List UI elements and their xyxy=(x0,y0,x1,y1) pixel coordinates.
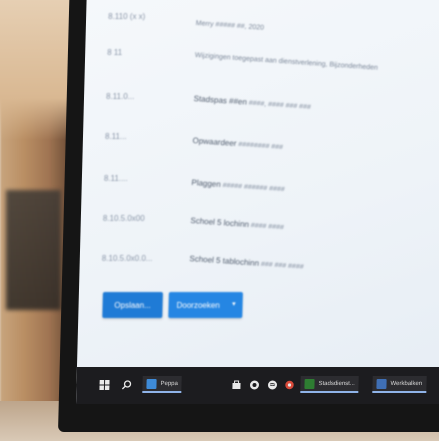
row-value: Merry ##### ##, 2020 xyxy=(195,20,265,32)
row-label: 8.11.... xyxy=(103,174,128,183)
form-row: 8.110 (x x) Merry ##### ##, 2020 xyxy=(86,12,439,32)
laptop-screen: 8.110 (x x) Merry ##### ##, 2020 8 11 Wi… xyxy=(76,0,439,404)
save-button[interactable]: Opslaan... xyxy=(102,292,163,318)
row-label: 8.10.5.0x00 xyxy=(102,214,145,223)
row-value: Schoel 5 tablochinn ### ### #### xyxy=(189,254,304,271)
row-value: Opwaardeer ######## ### xyxy=(192,136,284,152)
form-row: 8.10.5.0x0.0... Schoel 5 tablochinn ### … xyxy=(79,254,439,274)
search-icon[interactable] xyxy=(120,379,131,390)
row-label: 8.110 (x x) xyxy=(108,12,146,21)
taskbar-app-label: Werkbalken xyxy=(390,380,423,387)
row-label: 8.11... xyxy=(104,132,127,141)
search-split-button[interactable]: Doorzoeken ▾ xyxy=(168,292,243,318)
settings-icon[interactable] xyxy=(283,379,294,390)
row-value: Stadspas ##en ####, #### ### ### xyxy=(193,94,312,112)
chevron-down-icon[interactable]: ▾ xyxy=(232,300,236,308)
app-icon xyxy=(146,378,157,389)
taskbar-app-stadsdienst[interactable]: Stadsdienst... xyxy=(300,376,360,393)
chrome-icon[interactable] xyxy=(248,379,259,390)
app-icon xyxy=(376,378,387,389)
taskbar-app-label: Stadsdienst... xyxy=(318,380,355,387)
row-value: Schoel 5 lochinn #### #### xyxy=(190,216,285,232)
taskbar-app-label: Peppa xyxy=(160,380,178,387)
form-row: 8 11 Wijzigingen toegepast aan dienstver… xyxy=(85,48,439,72)
row-label: 8 11 xyxy=(107,48,123,57)
row-value: Plaggen ##### ###### #### xyxy=(191,178,285,194)
form-row: 8.10.5.0x00 Schoel 5 lochinn #### #### xyxy=(80,214,439,234)
row-label: 8.10.5.0x0.0... xyxy=(101,254,153,263)
row-label: 8.11.0... xyxy=(105,92,135,101)
background-shadow xyxy=(6,190,61,310)
app-icon xyxy=(304,378,315,389)
split-button-label: Doorzoeken xyxy=(176,300,220,310)
background-window-light xyxy=(0,0,70,140)
spotify-icon[interactable] xyxy=(266,379,277,390)
row-value: Wijzigingen toegepast aan dienstverlenin… xyxy=(194,52,379,72)
taskbar-app-werkbalken[interactable]: Werkbalken xyxy=(372,376,427,393)
form-row: 8.11.... Plaggen ##### ###### #### xyxy=(81,174,439,194)
taskbar-app-peppa[interactable]: Peppa xyxy=(142,376,183,393)
taskbar: Peppa Stadsdienst... Werkbalken xyxy=(76,367,439,404)
form-row: 8.11... Opwaardeer ######## ### xyxy=(83,132,439,152)
form-row: 8.11.0... Stadspas ##en ####, #### ### #… xyxy=(84,92,439,112)
store-icon[interactable] xyxy=(230,379,241,390)
windows-icon[interactable] xyxy=(98,379,110,390)
